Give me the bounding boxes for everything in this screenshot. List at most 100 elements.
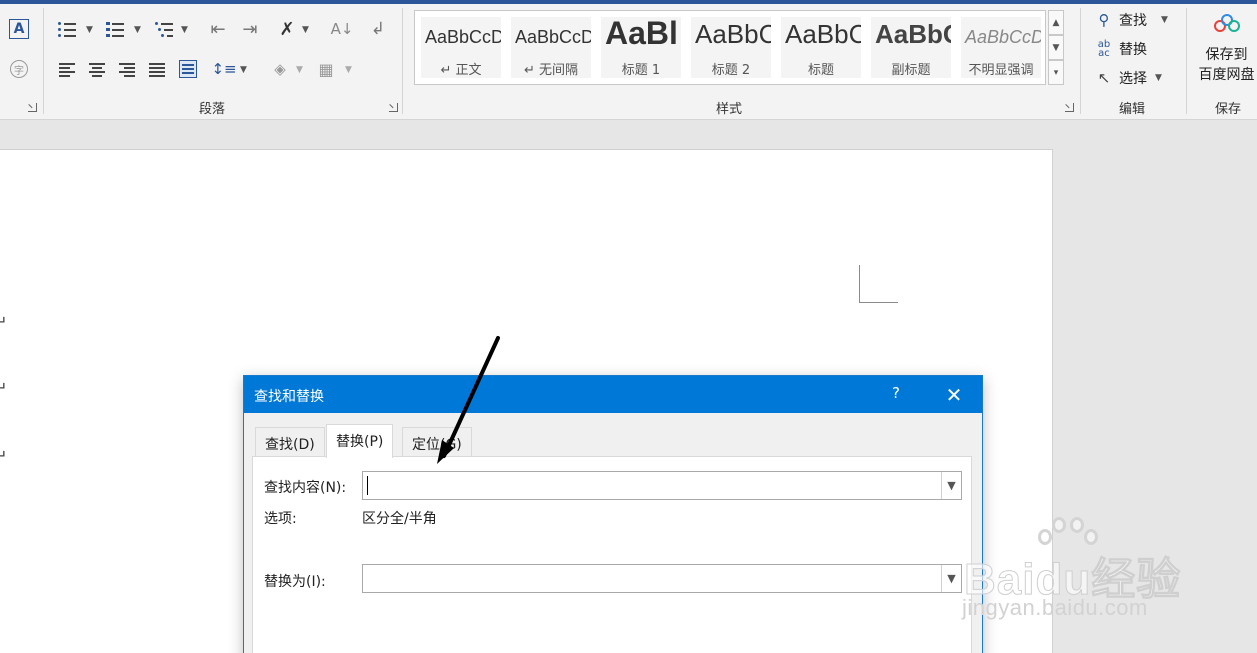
dialog-titlebar[interactable]: 查找和替换 ? ✕ bbox=[244, 376, 982, 413]
replace-with-combo[interactable]: ▼ bbox=[362, 564, 962, 593]
group-separator bbox=[43, 8, 44, 114]
replace-label: 替换 bbox=[1119, 42, 1147, 58]
style-name: 标题 bbox=[807, 63, 834, 78]
group-separator bbox=[1080, 8, 1081, 114]
group-separator bbox=[402, 8, 403, 114]
gallery-more-icon[interactable]: ▾ bbox=[1048, 60, 1064, 85]
numbering-icon[interactable] bbox=[106, 22, 124, 37]
save-to-baidu-button[interactable]: 保存到 百度网盘 bbox=[1196, 14, 1257, 94]
paragraph-mark: ↵ bbox=[0, 312, 8, 331]
editing-group-label: 编辑 bbox=[1118, 102, 1145, 117]
paragraph-mark: ↵ bbox=[0, 378, 8, 397]
options-label: 选项: bbox=[264, 511, 297, 527]
character-border-icon[interactable]: A bbox=[9, 19, 29, 39]
baidu-netdisk-icon bbox=[1212, 14, 1242, 38]
chevron-down-icon[interactable]: ▼ bbox=[941, 565, 961, 592]
styles-dialog-launcher[interactable] bbox=[1065, 103, 1074, 112]
page-margin-corner-mark bbox=[859, 265, 898, 303]
style-sample: AaBbC bbox=[875, 19, 951, 49]
chevron-down-icon[interactable]: ▼ bbox=[941, 472, 961, 499]
ribbon: A 字 ▼ ▼ ▼ ⇤ ⇥ ✗ ▼ A↓ ↲ ↕≡ ▼ ◈ ▼ ▦ ▼ 段落 A… bbox=[0, 0, 1257, 120]
search-icon: ⚲ bbox=[1098, 11, 1110, 29]
increase-indent-icon[interactable]: ⇥ bbox=[238, 18, 262, 40]
style-tile-title[interactable]: AaBbC 标题 bbox=[781, 17, 861, 78]
style-sample: AaBbCcDd bbox=[425, 27, 501, 47]
align-right-icon[interactable] bbox=[119, 62, 135, 77]
help-button[interactable]: ? bbox=[884, 384, 908, 406]
options-value: 区分全/半角 bbox=[362, 511, 437, 527]
sort-icon[interactable]: A↓ bbox=[330, 17, 354, 41]
borders-icon[interactable]: ▦ bbox=[316, 58, 336, 80]
chevron-down-icon[interactable]: ▼ bbox=[134, 25, 141, 35]
style-sample: AaBl bbox=[605, 17, 678, 51]
enclose-character-icon[interactable]: 字 bbox=[10, 60, 28, 78]
select-label: 选择 bbox=[1119, 71, 1147, 87]
cursor-icon: ↖ bbox=[1097, 69, 1111, 87]
select-button[interactable]: ↖ 选择 ▼ bbox=[1095, 68, 1162, 88]
style-sample: AaBbCcDd bbox=[965, 27, 1041, 47]
gallery-scroll-up-icon[interactable]: ▲ bbox=[1048, 10, 1064, 35]
style-tile-subtle-emphasis[interactable]: AaBbCcDd 不明显强调 bbox=[961, 17, 1041, 78]
tab-replace[interactable]: 替换(P) bbox=[326, 424, 394, 458]
annotation-arrow bbox=[437, 336, 500, 464]
save-group-label: 保存 bbox=[1214, 102, 1241, 117]
paragraph-mark: ↵ bbox=[0, 446, 8, 465]
chevron-down-icon: ▼ bbox=[1155, 73, 1162, 83]
chevron-down-icon[interactable]: ▼ bbox=[240, 65, 247, 75]
line-spacing-icon[interactable]: ↕≡ bbox=[211, 58, 236, 80]
replace-button[interactable]: ab ac 替换 bbox=[1095, 39, 1147, 59]
style-tile-subtitle[interactable]: AaBbC 副标题 bbox=[871, 17, 951, 78]
style-name: 标题 2 bbox=[711, 63, 751, 78]
styles-group-label: 样式 bbox=[715, 102, 742, 117]
replace-icon: ab ac bbox=[1097, 39, 1111, 59]
find-replace-dialog: 查找和替换 ? ✕ 查找(D) 替换(P) 定位(G) 查找内容(N): ▼ 选… bbox=[243, 375, 983, 653]
replace-with-input[interactable] bbox=[363, 565, 939, 592]
style-tile-no-spacing[interactable]: AaBbCcDd ↵ 无间隔 bbox=[511, 17, 591, 78]
chevron-down-icon[interactable]: ▼ bbox=[86, 25, 93, 35]
save-baidu-label-line1: 保存到 bbox=[1205, 47, 1248, 63]
font-dialog-launcher[interactable] bbox=[28, 103, 37, 112]
style-name: ↵ 无间隔 bbox=[523, 63, 579, 78]
decrease-indent-icon[interactable]: ⇤ bbox=[206, 18, 230, 40]
style-name: ↵ 正文 bbox=[440, 63, 482, 78]
find-what-label: 查找内容(N): bbox=[264, 480, 347, 496]
style-tile-heading-2[interactable]: AaBbC 标题 2 bbox=[691, 17, 771, 78]
style-tile-heading-1[interactable]: AaBl 标题 1 bbox=[601, 17, 681, 78]
show-paragraph-marks-icon[interactable]: ↲ bbox=[366, 17, 390, 41]
chevron-down-icon: ▼ bbox=[1161, 15, 1168, 25]
baidu-jingyan-watermark: Baidu经验 jingyan.baidu.com bbox=[962, 515, 1202, 625]
style-tile-normal[interactable]: AaBbCcDd ↵ 正文 bbox=[421, 17, 501, 78]
close-icon[interactable]: ✕ bbox=[934, 380, 974, 410]
paragraph-group-label: 段落 bbox=[198, 102, 225, 117]
style-sample: AaBbC bbox=[785, 19, 861, 49]
distributed-align-icon[interactable] bbox=[179, 60, 197, 78]
replace-with-label: 替换为(I): bbox=[264, 574, 326, 590]
chevron-down-icon[interactable]: ▼ bbox=[181, 25, 188, 35]
align-left-icon[interactable] bbox=[59, 62, 75, 77]
text-cursor bbox=[367, 476, 368, 495]
chevron-down-icon[interactable]: ▼ bbox=[296, 65, 303, 75]
justify-icon[interactable] bbox=[149, 62, 165, 77]
chinese-layout-icon[interactable]: ✗ bbox=[276, 17, 298, 41]
paragraph-dialog-launcher[interactable] bbox=[389, 103, 398, 112]
styles-gallery: AaBbCcDd ↵ 正文 AaBbCcDd ↵ 无间隔 AaBl 标题 1 A… bbox=[414, 10, 1046, 85]
chevron-down-icon[interactable]: ▼ bbox=[345, 65, 352, 75]
style-sample: AaBbC bbox=[695, 19, 771, 49]
save-baidu-label-line2: 百度网盘 bbox=[1198, 67, 1255, 83]
bullets-icon[interactable] bbox=[58, 22, 76, 37]
style-name: 副标题 bbox=[891, 63, 931, 78]
group-separator bbox=[1186, 8, 1187, 114]
style-sample: AaBbCcDd bbox=[515, 27, 591, 47]
align-center-icon[interactable] bbox=[89, 62, 105, 77]
gallery-scroll-down-icon[interactable]: ▼ bbox=[1048, 35, 1064, 60]
find-button[interactable]: ⚲ 查找 ▼ bbox=[1095, 10, 1168, 30]
shading-icon[interactable]: ◈ bbox=[270, 58, 290, 80]
find-label: 查找 bbox=[1119, 13, 1147, 29]
tab-find[interactable]: 查找(D) bbox=[255, 427, 325, 457]
style-name: 不明显强调 bbox=[968, 63, 1034, 78]
multilevel-list-icon[interactable] bbox=[155, 22, 173, 37]
watermark-url: jingyan.baidu.com bbox=[962, 595, 1148, 620]
ribbon-top-accent bbox=[0, 0, 1257, 4]
dialog-title: 查找和替换 bbox=[254, 389, 324, 405]
chevron-down-icon[interactable]: ▼ bbox=[302, 25, 309, 35]
